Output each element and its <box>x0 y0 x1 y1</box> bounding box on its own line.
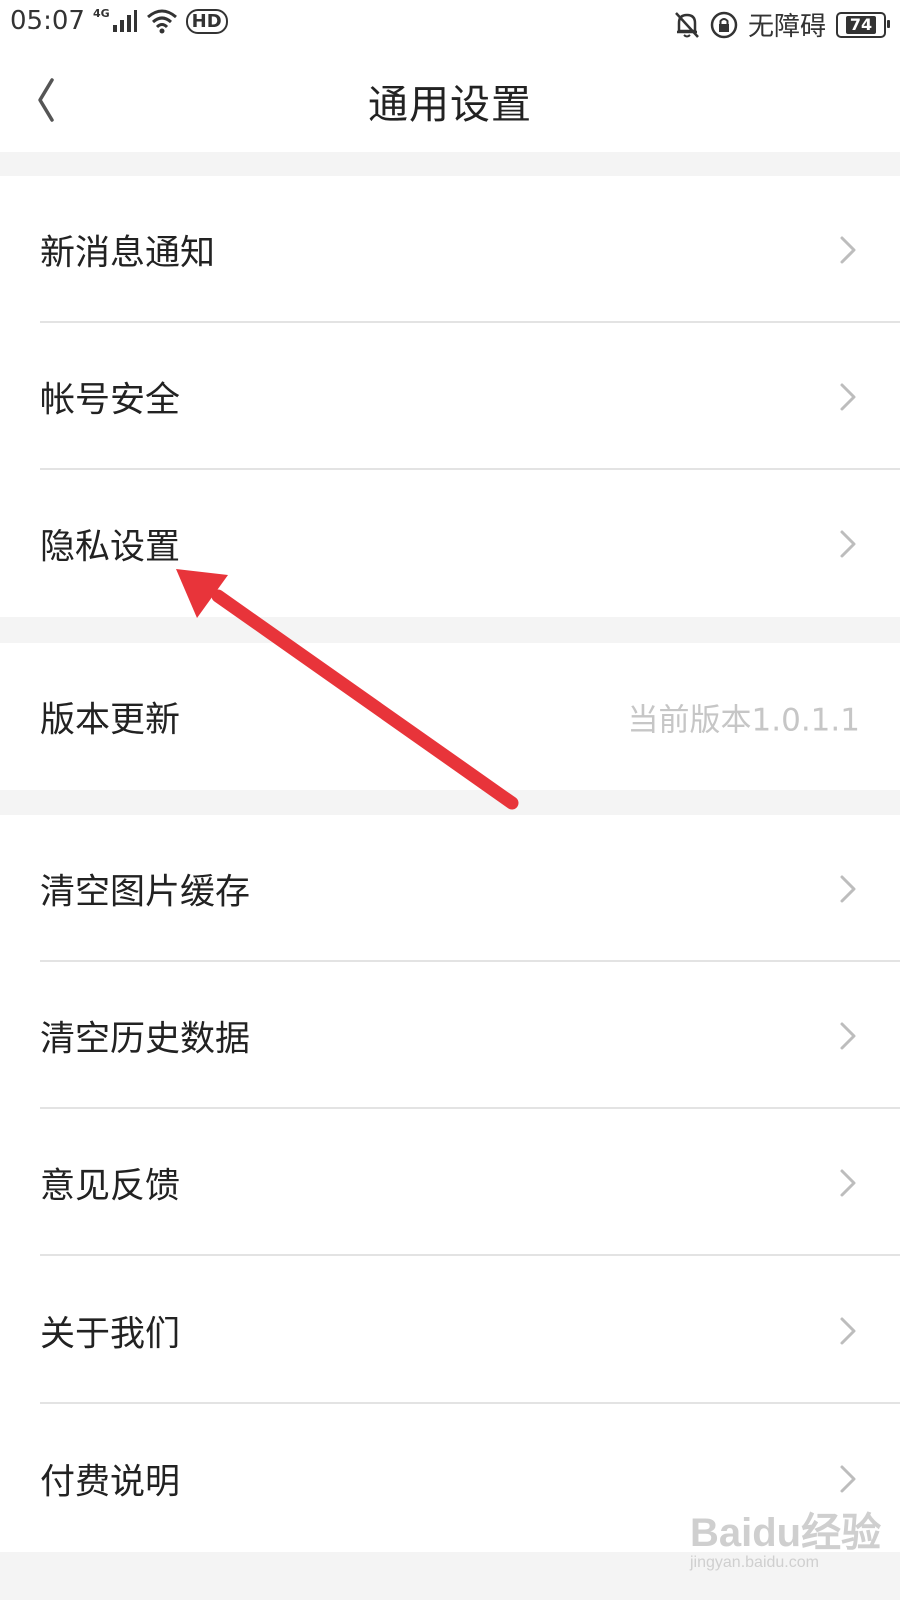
chevron-right-icon <box>840 236 856 263</box>
chevron-right-icon <box>840 383 856 410</box>
row-label: 清空图片缓存 <box>40 872 251 912</box>
network-type: 4G <box>92 6 110 20</box>
watermark: Baidu经验 jingyan.baidu.com <box>690 1500 890 1590</box>
signal-icon <box>112 10 137 32</box>
settings-row-version-update[interactable]: 版本更新 当前版本1.0.1.1 <box>0 643 900 790</box>
battery-icon: 74 <box>836 11 890 38</box>
rotation-lock-icon <box>710 11 738 38</box>
battery-level: 74 <box>845 15 877 34</box>
divider <box>40 1402 900 1404</box>
bell-muted-icon <box>675 11 699 38</box>
status-bar: 05:07 4G HD 无障碍 74 <box>0 0 900 48</box>
row-label: 帐号安全 <box>40 380 181 420</box>
settings-row-feedback[interactable]: 意见反馈 <box>0 1109 900 1256</box>
current-version: 当前版本1.0.1.1 <box>627 702 860 738</box>
chevron-right-icon <box>840 875 856 902</box>
row-label: 意见反馈 <box>40 1166 181 1206</box>
chevron-right-icon <box>840 1465 856 1492</box>
row-label: 新消息通知 <box>40 233 216 273</box>
settings-row-clear-history[interactable]: 清空历史数据 <box>0 962 900 1109</box>
divider <box>40 1254 900 1256</box>
settings-row-account-security[interactable]: 帐号安全 <box>0 323 900 470</box>
nav-bar: 通用设置 <box>0 48 900 152</box>
status-time: 05:07 <box>10 6 85 36</box>
settings-row-new-message-notification[interactable]: 新消息通知 <box>0 176 900 323</box>
row-label: 清空历史数据 <box>40 1019 251 1059</box>
chevron-right-icon <box>840 1317 856 1344</box>
wifi-icon <box>146 9 177 34</box>
hd-badge: HD <box>185 8 228 34</box>
row-label: 关于我们 <box>40 1314 181 1354</box>
section-gap <box>0 152 900 176</box>
watermark-brand: Baidu经验 <box>690 1511 882 1555</box>
settings-row-clear-image-cache[interactable]: 清空图片缓存 <box>0 815 900 962</box>
chevron-right-icon <box>840 530 856 557</box>
status-left: 05:07 4G HD <box>10 6 228 36</box>
accessibility-label: 无障碍 <box>747 12 826 42</box>
row-label: 隐私设置 <box>40 527 181 567</box>
settings-row-about-us[interactable]: 关于我们 <box>0 1257 900 1404</box>
section-gap <box>0 790 900 815</box>
page-title: 通用设置 <box>368 82 532 128</box>
row-label: 版本更新 <box>40 700 181 740</box>
status-right: 无障碍 74 <box>674 6 890 43</box>
settings-row-privacy-settings[interactable]: 隐私设置 <box>0 470 900 617</box>
row-label: 付费说明 <box>40 1462 181 1502</box>
section-gap <box>0 617 900 643</box>
chevron-right-icon <box>840 1169 856 1196</box>
chevron-right-icon <box>840 1022 856 1049</box>
